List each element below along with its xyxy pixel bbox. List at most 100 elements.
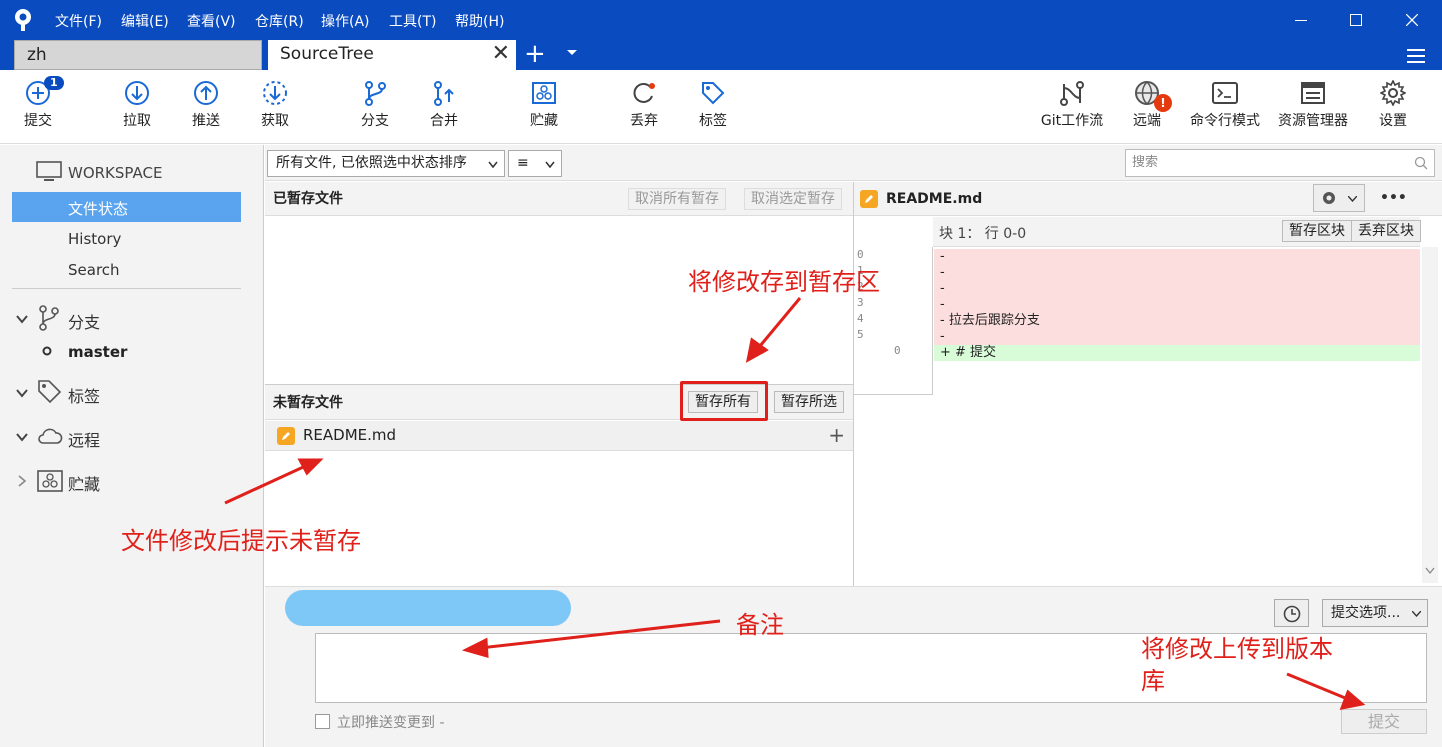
merge-icon: [434, 81, 454, 106]
commit-label: 提交: [24, 113, 52, 129]
staged-files-title: 已暂存文件: [273, 191, 343, 207]
more-options-icon[interactable]: •••: [1380, 190, 1407, 206]
chevron-down-icon[interactable]: [16, 431, 28, 443]
merge-button[interactable]: 合并: [427, 80, 461, 130]
pull-button[interactable]: 拉取: [120, 80, 154, 130]
tab-close-icon[interactable]: ✕: [492, 40, 510, 68]
diff-scrollbar[interactable]: [1422, 247, 1438, 583]
push-button[interactable]: 推送: [189, 80, 223, 130]
menu-repository[interactable]: 仓库(R): [255, 11, 304, 31]
tag-icon: [702, 82, 725, 105]
git-flow-icon: [1060, 81, 1084, 106]
minimize-button[interactable]: [1279, 6, 1323, 34]
chevron-down-icon[interactable]: [16, 387, 28, 399]
sidebar-divider: [12, 288, 241, 289]
annotation-unstaged-hint: 文件修改后提示未暂存: [121, 527, 361, 555]
commit-button[interactable]: 1 提交: [22, 76, 64, 130]
menu-tools[interactable]: 工具(T): [389, 11, 436, 31]
search-input[interactable]: 搜索: [1125, 149, 1435, 177]
menu-file[interactable]: 文件(F): [55, 11, 102, 31]
tab-sourcetree[interactable]: SourceTree ✕: [268, 40, 516, 70]
minimize-icon: [1295, 20, 1307, 21]
unstage-selected-button[interactable]: 取消选定暂存: [744, 188, 842, 210]
tab-zh[interactable]: zh: [14, 40, 262, 70]
sidebar-section-branches[interactable]: 分支: [68, 309, 100, 333]
redacted-author-mark: [285, 590, 571, 626]
remote-label: 远端: [1133, 113, 1161, 129]
sidebar-item-file-status[interactable]: 文件状态: [12, 192, 241, 222]
sidebar-item-master[interactable]: master: [68, 343, 127, 361]
settings-label: 设置: [1379, 113, 1407, 129]
add-tab-icon[interactable]: +: [524, 40, 546, 68]
diff-line-removed[interactable]: - 拉去后跟踪分支: [934, 313, 1420, 329]
discard-hunk-button[interactable]: 丢弃区块: [1351, 220, 1421, 242]
stash-label: 贮藏: [530, 113, 558, 129]
diff-line-added[interactable]: + # 提交: [934, 345, 1420, 361]
diff-line-removed[interactable]: -: [934, 329, 1420, 345]
chevron-right-icon[interactable]: [16, 475, 28, 487]
diff-line-removed[interactable]: -: [934, 281, 1420, 297]
unstage-all-button[interactable]: 取消所有暂存: [628, 188, 726, 210]
chevron-down-icon[interactable]: [566, 46, 578, 58]
branch-button[interactable]: 分支: [358, 80, 392, 130]
settings-button[interactable]: 设置: [1376, 80, 1410, 130]
pull-label: 拉取: [123, 113, 151, 129]
maximize-button[interactable]: [1334, 6, 1378, 34]
maximize-icon: [1350, 14, 1362, 26]
modified-file-icon: [860, 190, 878, 208]
close-window-button[interactable]: [1390, 6, 1434, 34]
current-branch-icon: [42, 346, 52, 356]
remote-button[interactable]: ! 远端: [1130, 80, 1172, 130]
stage-file-icon[interactable]: +: [828, 423, 845, 447]
fetch-button[interactable]: 获取: [258, 80, 292, 130]
commit-submit-button[interactable]: 提交: [1341, 709, 1427, 734]
view-mode-select[interactable]: ≡: [508, 150, 562, 177]
filter-bar: 所有文件, 已依照选中状态排序 ≡ 搜索: [265, 145, 1442, 181]
sidebar-section-stashes[interactable]: 贮藏: [68, 471, 100, 495]
chevron-down-icon[interactable]: [16, 313, 28, 325]
unstaged-files-title: 未暂存文件: [273, 395, 343, 411]
list-item[interactable]: README.md +: [265, 421, 853, 451]
git-flow-button[interactable]: Git工作流: [1038, 80, 1106, 130]
hunk-title: 块 1： 行 0-0: [939, 226, 1027, 242]
staged-files-list[interactable]: [265, 217, 853, 383]
diff-line-removed[interactable]: -: [934, 249, 1420, 265]
explorer-button[interactable]: 资源管理器: [1275, 80, 1351, 130]
diff-line-removed[interactable]: -: [934, 297, 1420, 313]
explorer-icon: [1301, 82, 1325, 104]
menu-help[interactable]: 帮助(H): [455, 11, 504, 31]
sort-select[interactable]: 所有文件, 已依照选中状态排序: [267, 150, 505, 177]
menu-edit[interactable]: 编辑(E): [121, 11, 169, 31]
diff-settings-button[interactable]: [1313, 184, 1365, 212]
terminal-button[interactable]: 命令行模式: [1187, 80, 1263, 130]
stage-selected-button[interactable]: 暂存所选: [774, 391, 844, 413]
tag-button[interactable]: 标签: [696, 80, 730, 130]
push-label: 推送: [192, 113, 220, 129]
sourcetree-logo-icon: [15, 9, 31, 31]
sidebar-section-tags[interactable]: 标签: [68, 383, 100, 407]
old-line-number: 0: [857, 248, 864, 261]
sidebar-item-search[interactable]: Search: [68, 261, 120, 279]
tag-label: 标签: [699, 113, 727, 129]
tab-bar: zh SourceTree ✕ +: [0, 40, 1442, 70]
commit-options-select[interactable]: 提交选项...: [1322, 599, 1428, 627]
menu-actions[interactable]: 操作(A): [321, 11, 370, 31]
scroll-down-icon[interactable]: [1425, 567, 1435, 575]
explorer-label: 资源管理器: [1278, 113, 1348, 129]
menu-view[interactable]: 查看(V): [187, 11, 236, 31]
diff-file-name: README.md: [886, 191, 983, 207]
sidebar-section-remotes[interactable]: 远程: [68, 427, 100, 451]
old-line-number: 3: [857, 296, 864, 309]
diff-line-removed[interactable]: -: [934, 265, 1420, 281]
hamburger-menu-icon[interactable]: [1406, 46, 1426, 66]
stage-hunk-button[interactable]: 暂存区块: [1282, 220, 1352, 242]
chevron-down-icon: [488, 161, 498, 169]
discard-button[interactable]: 丢弃: [627, 80, 661, 130]
stash-button[interactable]: 贮藏: [527, 80, 561, 130]
sidebar-item-history[interactable]: History: [68, 230, 121, 248]
commit-history-button[interactable]: [1274, 599, 1309, 627]
cloud-icon: [38, 428, 63, 444]
gear-icon: [1323, 192, 1335, 204]
push-immediately-checkbox[interactable]: [315, 714, 330, 729]
chevron-down-icon: [545, 161, 555, 169]
